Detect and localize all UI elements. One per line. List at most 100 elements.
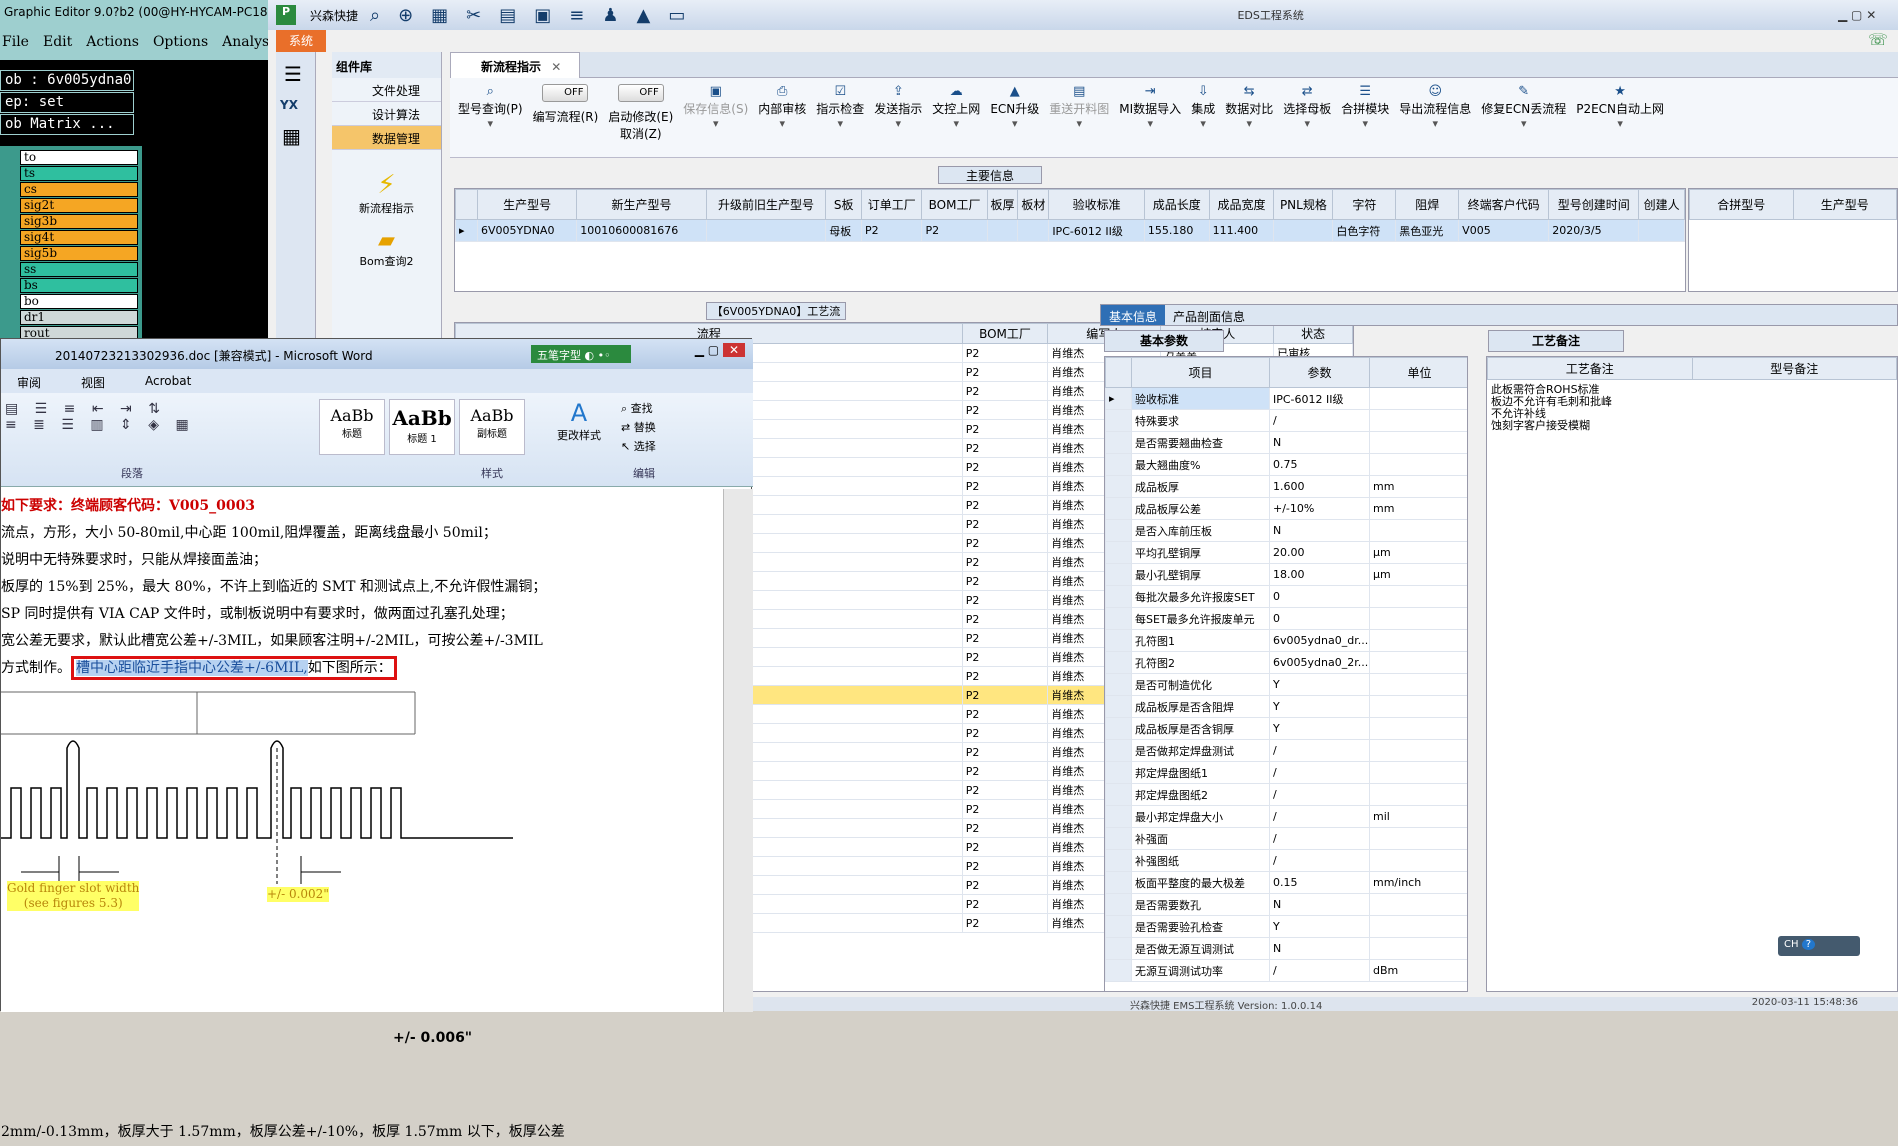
param-row[interactable]: 是否入库前压板 N: [1105, 519, 1467, 542]
main-col-0[interactable]: 生产型号: [476, 189, 578, 220]
bom-query-tool[interactable]: ▰ Bom查询2: [332, 228, 441, 269]
param-row[interactable]: 是否需要数孔 N: [1105, 893, 1467, 916]
ge-menu-actions[interactable]: Actions: [86, 34, 139, 52]
main-col-12[interactable]: 字符: [1332, 189, 1397, 220]
main-cell-4[interactable]: P2: [861, 219, 923, 242]
ge-matrix-button[interactable]: ob Matrix ...: [0, 114, 134, 135]
main-cell-13[interactable]: 黑色亚光: [1395, 219, 1460, 242]
ribbon-tab-2[interactable]: Acrobat: [145, 374, 191, 388]
ge-layer-dr1[interactable]: dr1: [20, 310, 138, 325]
toolbar-item-9[interactable]: ▤ 重送开料图 ▾: [1045, 84, 1113, 151]
main-col-3[interactable]: S板: [825, 189, 863, 220]
param-row[interactable]: 孔符图1 6v005ydna0_dr...: [1105, 629, 1467, 652]
ge-layer-ss[interactable]: ss: [20, 262, 138, 277]
main-col-16[interactable]: 创建人: [1638, 189, 1685, 220]
main-col-13[interactable]: 阻焊: [1395, 189, 1460, 220]
ge-menu-file[interactable]: File: [2, 34, 29, 52]
ge-layer-sig4t[interactable]: sig4t: [20, 230, 138, 245]
toolbar-item-17[interactable]: ★ P2ECN自动上网 ▾: [1572, 84, 1668, 151]
main-col-6[interactable]: 板厚: [986, 189, 1019, 220]
dropdown-icon-15[interactable]: ▾: [1399, 117, 1471, 130]
main-col-9[interactable]: 成品长度: [1143, 189, 1210, 220]
param-col-1[interactable]: 参数: [1269, 357, 1370, 388]
param-row[interactable]: 孔符图2 6v005ydna0_2r...: [1105, 651, 1467, 674]
param-row[interactable]: 成品板厚是否含铜厚 Y: [1105, 717, 1467, 740]
toolbar-item-7[interactable]: ☁ 文控上网 ▾: [928, 84, 984, 151]
main-col-4[interactable]: 订单工厂: [861, 189, 923, 220]
lib-item-0[interactable]: 文件处理: [332, 78, 441, 102]
main-col-8[interactable]: 验收标准: [1048, 189, 1145, 220]
ge-layer-sig3b[interactable]: sig3b: [20, 214, 138, 229]
flow-col-4[interactable]: 状态: [1273, 323, 1353, 344]
info-tab-1[interactable]: 产品剖面信息: [1165, 305, 1253, 325]
main-col-2[interactable]: 升级前旧生产型号: [705, 189, 827, 220]
document-body[interactable]: 如下要求：终端顾客代码：V005_0003 流点，方形，大小 50-80mil,…: [1, 489, 723, 1140]
main-col-15[interactable]: 型号创建时间: [1548, 189, 1640, 220]
param-row[interactable]: 是否需要翘曲检查 N: [1105, 431, 1467, 454]
toolbar-item-1[interactable]: OFF 编写流程(R): [529, 84, 603, 151]
ge-layer-bs[interactable]: bs: [20, 278, 138, 293]
main-cell-15[interactable]: 2020/3/5: [1548, 219, 1640, 242]
dropdown-icon-3[interactable]: ▾: [683, 117, 748, 130]
param-row[interactable]: 是否可制造优化 Y: [1105, 673, 1467, 696]
main-cell-2[interactable]: [705, 219, 827, 242]
dropdown-icon-16[interactable]: ▾: [1481, 117, 1566, 130]
main-col-5[interactable]: BOM工厂: [921, 189, 988, 220]
dropdown-icon-14[interactable]: ▾: [1341, 117, 1389, 130]
toolbar-item-10[interactable]: ⇥ MI数据导入 ▾: [1115, 84, 1185, 151]
main-col-7[interactable]: 板材: [1017, 189, 1050, 220]
param-row[interactable]: 特殊要求 /: [1105, 409, 1467, 432]
ge-layer-cs[interactable]: cs: [20, 182, 138, 197]
main-col-11[interactable]: PNL规格: [1273, 189, 1334, 220]
param-row[interactable]: 补强图纸 /: [1105, 849, 1467, 872]
dropdown-icon-11[interactable]: ▾: [1191, 117, 1215, 130]
main-col-10[interactable]: 成品宽度: [1208, 189, 1275, 220]
param-row[interactable]: 最小邦定焊盘大小 / mil: [1105, 805, 1467, 828]
change-style-button[interactable]: A 更改样式: [551, 399, 607, 459]
param-row[interactable]: 成品板厚 1.600 mm: [1105, 475, 1467, 498]
side-col-0[interactable]: 合拼型号: [1689, 189, 1794, 220]
dropdown-icon-13[interactable]: ▾: [1283, 117, 1331, 130]
param-row[interactable]: 每批次最多允许报废SET 0: [1105, 585, 1467, 608]
dropdown-icon-8[interactable]: ▾: [990, 117, 1039, 130]
calculator-icon[interactable]: ▦: [282, 124, 309, 148]
style-1[interactable]: AaBb 标题 1: [389, 399, 455, 455]
ime-bar[interactable]: 五笔字型 ◐ •◦: [531, 345, 631, 363]
ge-layer-sig2t[interactable]: sig2t: [20, 198, 138, 213]
word-scrollbar[interactable]: [723, 489, 753, 1012]
param-row[interactable]: 补强面 /: [1105, 827, 1467, 850]
window-controls-icon[interactable]: ▁ ▢ ✕: [1838, 8, 1898, 22]
main-cell-12[interactable]: 白色字符: [1332, 219, 1397, 242]
select-button[interactable]: ↖ 选择: [621, 437, 691, 456]
craft-col-1[interactable]: 型号备注: [1691, 357, 1897, 380]
main-cell-1[interactable]: 10010600081676: [576, 219, 707, 242]
param-col-2[interactable]: 单位: [1369, 357, 1467, 388]
toolbar-item-6[interactable]: ⇪ 发送指示 ▾: [870, 84, 926, 151]
param-row[interactable]: 平均孔壁铜厚 20.00 μm: [1105, 541, 1467, 564]
dropdown-icon-6[interactable]: ▾: [874, 117, 922, 130]
lib-item-1[interactable]: 设计算法: [332, 102, 441, 126]
info-tab-0[interactable]: 基本信息: [1101, 305, 1166, 325]
ime-indicator[interactable]: CH ?: [1778, 936, 1860, 956]
param-row[interactable]: 最大翘曲度% 0.75: [1105, 453, 1467, 476]
toolbar-item-14[interactable]: ☰ 合拼模块 ▾: [1337, 84, 1393, 151]
menu-icon[interactable]: ☰: [284, 62, 307, 86]
main-cell-3[interactable]: 母板: [825, 219, 863, 242]
param-row[interactable]: 成品板厚公差 +/-10% mm: [1105, 497, 1467, 520]
toggle-2[interactable]: OFF: [617, 84, 664, 102]
help-icon[interactable]: ?: [1801, 939, 1816, 950]
dropdown-icon-4[interactable]: ▾: [758, 117, 806, 130]
toolbar-item-13[interactable]: ⇄ 选择母板 ▾: [1279, 84, 1335, 151]
main-cell-11[interactable]: [1273, 219, 1334, 242]
toggle-1[interactable]: OFF: [542, 84, 589, 102]
ge-layer-ts[interactable]: ts: [20, 166, 138, 181]
style-0[interactable]: AaBb 标题: [319, 399, 385, 455]
main-cell-8[interactable]: IPC-6012 II级: [1048, 219, 1145, 242]
param-row[interactable]: ▸ 验收标准 IPC-6012 II级: [1105, 387, 1467, 410]
toolbar-item-15[interactable]: ☺ 导出流程信息 ▾: [1395, 84, 1475, 151]
toolbar-item-16[interactable]: ✎ 修复ECN丢流程 ▾: [1477, 84, 1570, 151]
find-button[interactable]: ⌕ 查找: [621, 399, 691, 418]
main-col-14[interactable]: 终端客户代码: [1458, 189, 1550, 220]
tab-new-flow[interactable]: 新流程指示 ✕: [450, 52, 580, 78]
main-cell-5[interactable]: P2: [921, 219, 988, 242]
